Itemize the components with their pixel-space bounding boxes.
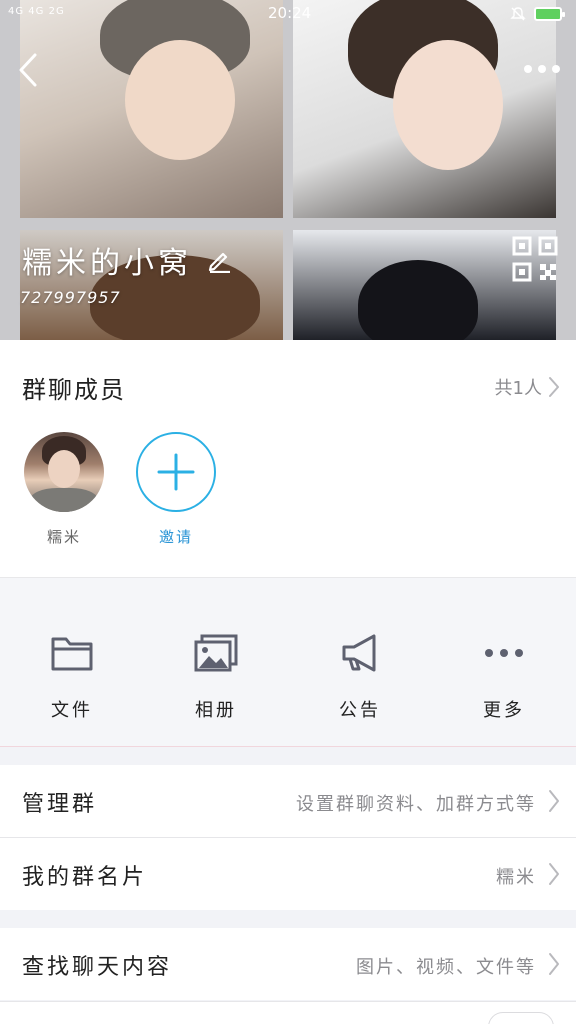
chevron-right-icon: [549, 863, 559, 885]
next-row-partial: [0, 1002, 576, 1024]
chevron-right-icon: [549, 790, 559, 812]
quick-actions: 文件 相册 公告 更多: [0, 577, 576, 747]
status-bar: 4G 4G 2G 20:24: [0, 0, 576, 30]
action-label: 文件: [51, 700, 93, 721]
cover-photo-2: [293, 0, 556, 218]
row-title: 查找聊天内容: [22, 955, 173, 980]
member-name: 糯米: [46, 528, 81, 546]
announcement-button[interactable]: 公告: [288, 630, 432, 722]
members-title: 群聊成员: [22, 376, 126, 404]
more-dots-icon: [524, 65, 560, 73]
row-value: 图片、视频、文件等: [356, 957, 536, 978]
group-name: 糯米的小窝: [22, 246, 192, 281]
members-count: 共1人: [494, 378, 542, 399]
row-value: 设置群聊资料、加群方式等: [296, 794, 536, 815]
action-label: 更多: [483, 700, 525, 721]
row-title: 我的群名片: [22, 865, 148, 890]
chevron-left-icon: [19, 53, 37, 87]
manage-group-row[interactable]: 管理群 设置群聊资料、加群方式等: [0, 765, 576, 837]
plus-icon: [157, 453, 195, 491]
toggle-switch[interactable]: [488, 1012, 554, 1024]
network-indicator: 4G 4G 2G: [8, 6, 65, 17]
member-item[interactable]: 糯米: [24, 432, 104, 547]
edit-pencil-icon[interactable]: [206, 247, 232, 273]
cover-photo-1: [20, 0, 283, 218]
megaphone-icon: [342, 634, 376, 672]
invite-label: 邀请: [158, 528, 193, 546]
qr-code-icon[interactable]: [512, 236, 558, 282]
album-button[interactable]: 相册: [144, 630, 288, 722]
silent-bell-icon: [510, 7, 526, 21]
chevron-right-icon: [549, 953, 559, 975]
action-label: 相册: [195, 700, 237, 721]
more-dots-icon: [485, 649, 523, 657]
back-button[interactable]: [10, 50, 46, 90]
status-time: 20:24: [268, 4, 312, 22]
members-section: 群聊成员 共1人 糯米 邀请: [0, 340, 576, 577]
album-icon: [194, 634, 238, 672]
group-card-row[interactable]: 我的群名片 糯米: [0, 838, 576, 910]
row-title: 管理群: [22, 792, 98, 817]
row-value: 糯米: [496, 867, 536, 888]
group-header: 4G 4G 2G 20:24 糯米的小窝 727997957: [0, 0, 576, 340]
members-count-link[interactable]: 共1人: [495, 374, 560, 400]
folder-icon: [51, 637, 93, 671]
more-actions-button[interactable]: 更多: [432, 630, 576, 722]
search-chat-row[interactable]: 查找聊天内容 图片、视频、文件等: [0, 928, 576, 1000]
avatar: [24, 432, 104, 512]
action-label: 公告: [339, 700, 381, 721]
chevron-right-icon: [549, 377, 559, 397]
files-button[interactable]: 文件: [0, 630, 144, 722]
more-options-button[interactable]: [522, 58, 562, 80]
invite-member-button[interactable]: 邀请: [136, 432, 216, 547]
group-id: 727997957: [20, 288, 121, 307]
battery-icon: [534, 7, 565, 21]
